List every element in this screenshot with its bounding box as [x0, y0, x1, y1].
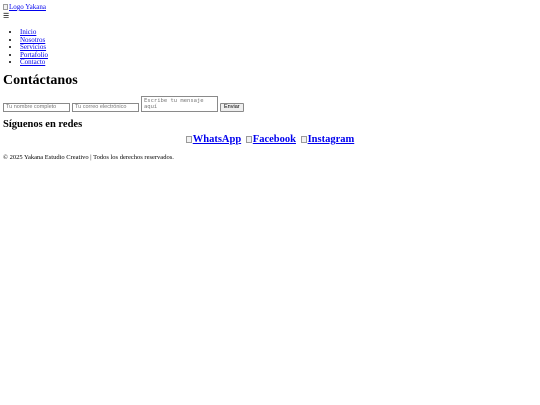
facebook-link[interactable]: Facebook [245, 133, 296, 146]
social-section: Síguenos en redes WhatsApp Facebook Inst… [3, 119, 537, 148]
instagram-link[interactable]: Instagram [300, 133, 355, 146]
contact-form: Enviar [3, 95, 537, 112]
instagram-label: Instagram [307, 133, 355, 145]
contact-section: Contáctanos Enviar [3, 73, 537, 112]
nav-item-inicio: Inicio [20, 28, 537, 37]
whatsapp-link[interactable]: WhatsApp [185, 133, 242, 146]
facebook-icon [245, 136, 252, 144]
hamburger-menu-icon[interactable]: ☰ [3, 12, 537, 20]
social-links: WhatsApp Facebook Instagram [3, 134, 537, 148]
social-title: Síguenos en redes [3, 118, 83, 130]
facebook-label: Facebook [252, 133, 296, 145]
broken-image-icon [3, 4, 8, 10]
copyright-text: © 2025 Yakana Estudio Creativo | Todos l… [3, 154, 174, 162]
whatsapp-label: WhatsApp [192, 133, 242, 145]
nav-link-contacto[interactable]: Contacto [20, 58, 45, 67]
instagram-icon [300, 136, 307, 144]
nav-item-servicios: Servicios [20, 43, 537, 52]
whatsapp-icon [185, 136, 192, 144]
site-header: Logo Yakana ☰ Inicio Nosotros Servicios … [3, 3, 537, 67]
nav-item-nosotros: Nosotros [20, 36, 537, 45]
logo-link[interactable]: Logo Yakana [3, 3, 46, 11]
name-input[interactable] [3, 102, 70, 112]
site-footer: © 2025 Yakana Estudio Creativo | Todos l… [3, 154, 537, 162]
email-input[interactable] [72, 102, 139, 112]
send-button[interactable]: Enviar [220, 102, 244, 112]
logo-alt-text: Logo Yakana [9, 3, 46, 11]
message-textarea[interactable] [141, 95, 218, 112]
nav-item-contacto: Contacto [20, 59, 537, 67]
main-nav: Inicio Nosotros Servicios Portafolio Con… [3, 28, 537, 67]
contact-title: Contáctanos [3, 72, 78, 88]
nav-item-portafolio: Portafolio [20, 51, 537, 60]
